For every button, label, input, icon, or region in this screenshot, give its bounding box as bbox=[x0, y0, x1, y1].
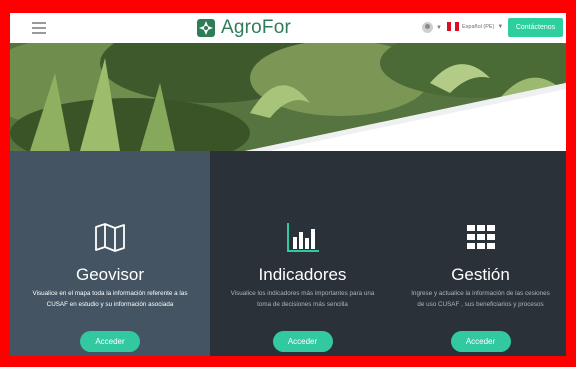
brand[interactable]: AgroFor bbox=[196, 16, 291, 40]
feature-description: Visualice los indicadores más importante… bbox=[230, 290, 375, 308]
language-label: Español (PE) bbox=[462, 23, 495, 30]
user-avatar-icon bbox=[422, 22, 433, 33]
chevron-down-icon: ▼ bbox=[497, 23, 504, 30]
access-button[interactable]: Acceder bbox=[450, 331, 511, 352]
chevron-down-icon: ▼ bbox=[436, 24, 442, 31]
feature-panels: Geovisor Visualice en el mapa toda la in… bbox=[10, 151, 566, 356]
user-menu[interactable]: ▼ bbox=[422, 22, 442, 33]
language-selector[interactable]: Español (PE) ▼ bbox=[447, 22, 503, 31]
bar-chart-icon bbox=[286, 223, 319, 252]
feature-title: Geovisor bbox=[75, 265, 145, 284]
feature-gestion[interactable]: Gestión Ingrese y actualice la informaci… bbox=[395, 151, 566, 356]
feature-indicadores[interactable]: Indicadores Visualice los indicadores má… bbox=[210, 151, 395, 356]
peru-flag-icon bbox=[447, 22, 459, 31]
feature-geovisor[interactable]: Geovisor Visualice en el mapa toda la in… bbox=[10, 151, 210, 356]
contact-button[interactable]: Contáctenos bbox=[508, 18, 563, 37]
top-navbar: AgroFor ▼ Español (PE) ▼ Contáctenos bbox=[10, 13, 566, 44]
hero-banner-image bbox=[10, 43, 566, 151]
grid-icon bbox=[466, 225, 495, 249]
hero-foliage-image bbox=[10, 43, 566, 151]
brand-name: AgroFor bbox=[221, 17, 292, 38]
feature-description: Visualice en el mapa toda la información… bbox=[32, 290, 188, 308]
browser-viewport: AgroFor ▼ Español (PE) ▼ Contáctenos Geo… bbox=[10, 13, 566, 356]
hamburger-menu-icon[interactable] bbox=[32, 22, 46, 34]
access-button[interactable]: Acceder bbox=[80, 331, 140, 352]
feature-title: Gestión bbox=[451, 265, 510, 284]
map-icon bbox=[95, 223, 125, 252]
feature-description: Ingrese y actualice la información de la… bbox=[411, 290, 550, 308]
brand-logo-icon bbox=[197, 19, 215, 37]
feature-title: Indicadores bbox=[258, 265, 347, 284]
access-button[interactable]: Acceder bbox=[272, 331, 333, 352]
